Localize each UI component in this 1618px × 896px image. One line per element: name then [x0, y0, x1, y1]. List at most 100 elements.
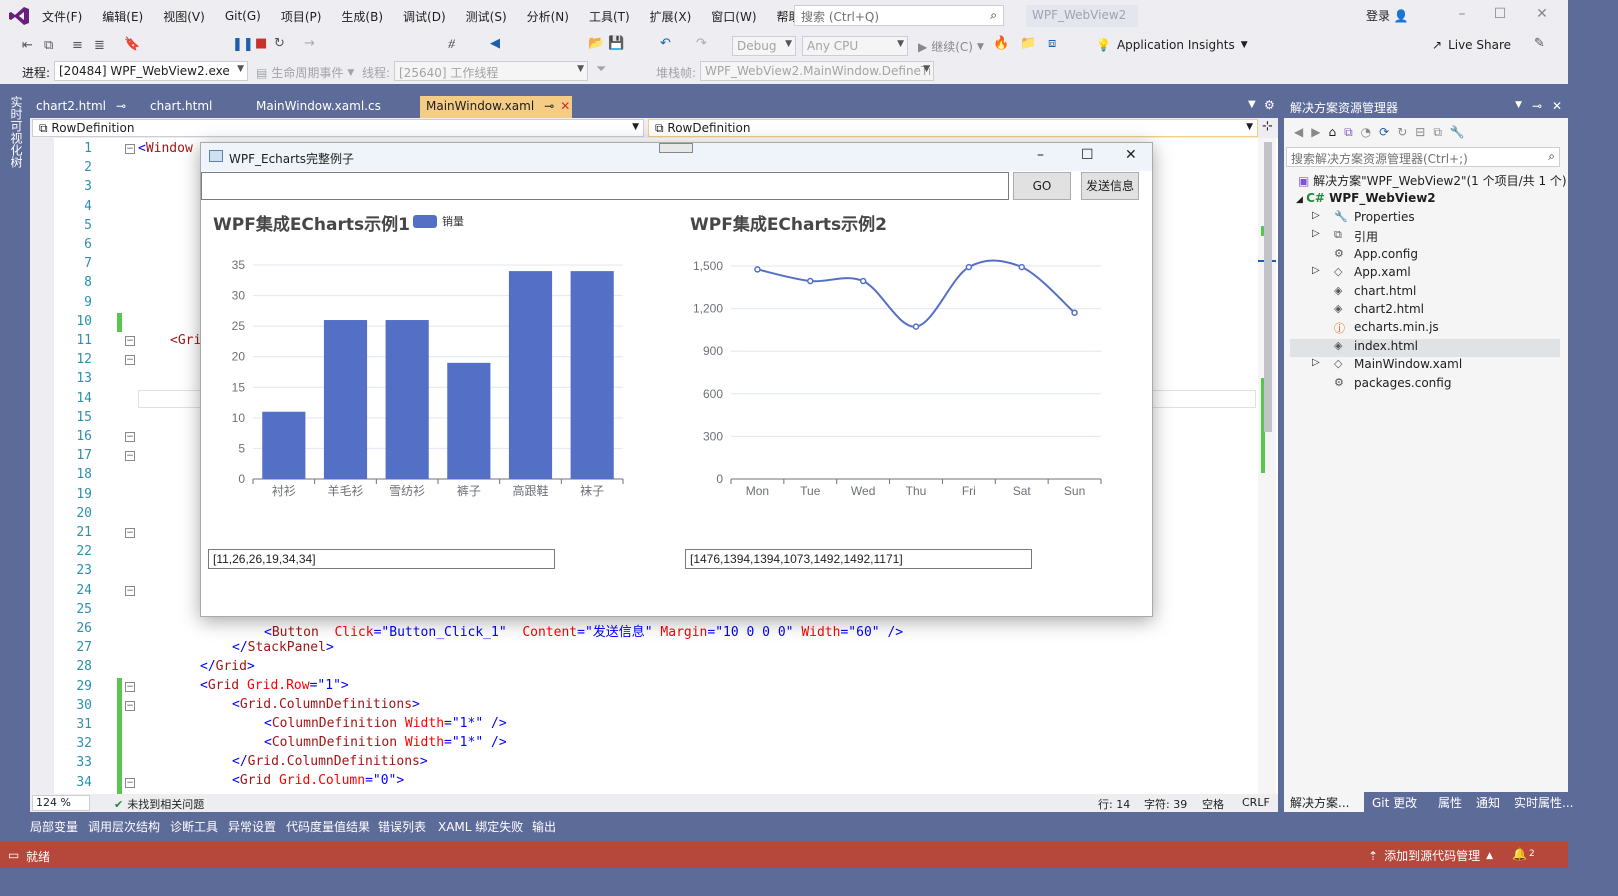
navigate-back-icon[interactable]: ◀: [490, 36, 500, 51]
collapse-icon[interactable]: −: [125, 778, 135, 788]
go-button[interactable]: GO: [1013, 172, 1071, 200]
data-point[interactable]: [807, 277, 814, 285]
pause-icon[interactable]: ❚❚: [232, 37, 254, 52]
data-point[interactable]: [912, 323, 920, 330]
bookmark-icon[interactable]: 🔖: [124, 37, 140, 52]
add-source-control-button[interactable]: ⇡ 添加到源代码管理 ▲: [1368, 847, 1493, 864]
bar[interactable]: [323, 320, 368, 479]
chart1-legend[interactable]: 销量: [413, 213, 464, 229]
lifecycle-events-button[interactable]: ▤ 生命周期事件 ▼: [256, 64, 354, 81]
search-input[interactable]: 搜索 (Ctrl+Q) ⌕: [794, 5, 1004, 26]
close-tab-icon[interactable]: ✕: [560, 99, 570, 113]
menu-item[interactable]: 调试(D): [403, 8, 446, 25]
data-point[interactable]: [1071, 309, 1078, 316]
send-message-button[interactable]: 发送信息: [1081, 172, 1139, 200]
sync-icon[interactable]: ⟳: [1379, 125, 1389, 139]
expand-icon[interactable]: ▷: [1312, 210, 1320, 221]
collapse-all-icon[interactable]: ⊟: [1415, 125, 1425, 139]
member-navigation-dropdown[interactable]: ⧉ RowDefinition ▼: [648, 119, 1258, 137]
hot-reload-icon[interactable]: ⧣: [448, 36, 455, 51]
pin-icon[interactable]: ⊸: [544, 99, 554, 113]
solution-item[interactable]: ▷ ◇ App.xaml: [1290, 265, 1560, 283]
tool-tab[interactable]: 错误列表: [378, 818, 426, 835]
tool-tab[interactable]: 输出: [532, 818, 556, 835]
solution-item[interactable]: ⚙ packages.config: [1290, 376, 1560, 394]
solution-item[interactable]: ▷ ⧉ 引用: [1290, 228, 1560, 246]
solution-panel-tab[interactable]: Git 更改: [1366, 792, 1430, 812]
save-icon[interactable]: 💾: [608, 36, 624, 51]
tab-chart2-html[interactable]: chart2.html ⊸: [30, 96, 142, 118]
gear-icon[interactable]: ⚙: [1264, 98, 1275, 112]
menu-item[interactable]: 文件(F): [42, 8, 82, 25]
home-icon[interactable]: ⌂: [1328, 125, 1336, 139]
collapse-icon[interactable]: −: [125, 336, 135, 346]
filter-icon[interactable]: ⏷: [596, 62, 606, 77]
close-button[interactable]: ✕: [1532, 6, 1552, 26]
back-icon[interactable]: ◀: [1294, 125, 1303, 139]
stop-icon[interactable]: ■: [255, 36, 267, 51]
menu-item[interactable]: 生成(B): [341, 8, 383, 25]
solution-panel-tab[interactable]: 通知: [1470, 792, 1506, 812]
continue-button[interactable]: ▶ 继续(C) ▼: [918, 38, 984, 55]
zoom-dropdown[interactable]: 124 %: [32, 795, 90, 811]
toolbar-icon[interactable]: ≣: [94, 38, 105, 53]
toolbar-icon[interactable]: ⧉: [44, 38, 53, 53]
menu-item[interactable]: 扩展(X): [650, 8, 692, 25]
notifications-button[interactable]: 🔔 2: [1512, 847, 1535, 861]
tool-tab[interactable]: XAML 绑定失败: [438, 818, 523, 835]
platform-dropdown[interactable]: Any CPU ▼: [802, 36, 908, 56]
collapse-icon[interactable]: −: [125, 144, 135, 154]
line-ending-indicator[interactable]: CRLF: [1242, 796, 1270, 809]
show-all-files-icon[interactable]: ⧉: [1433, 125, 1442, 140]
solution-item[interactable]: ⚙ App.config: [1290, 247, 1560, 265]
expand-icon[interactable]: ▷: [1312, 228, 1320, 239]
thread-dropdown[interactable]: [25640] 工作线程 ▼: [394, 61, 588, 81]
collapse-icon[interactable]: −: [125, 701, 135, 711]
solution-item[interactable]: ⓙ echarts.min.js: [1290, 320, 1560, 338]
menu-item[interactable]: 窗口(W): [711, 8, 756, 25]
toolbar-icon[interactable]: ≡: [72, 38, 83, 53]
menu-item[interactable]: 测试(S): [466, 8, 507, 25]
configuration-dropdown[interactable]: Debug ▼: [732, 36, 796, 56]
undo-icon[interactable]: ↶: [660, 36, 671, 51]
tool-tab[interactable]: 代码度量值结果: [286, 818, 370, 835]
bar[interactable]: [385, 320, 429, 479]
tool-tab[interactable]: 异常设置: [228, 818, 276, 835]
live-visual-tree-strip[interactable]: 实时可视化树: [0, 92, 30, 812]
pin-icon[interactable]: ⊸: [1532, 99, 1542, 113]
collapse-icon[interactable]: −: [125, 586, 135, 596]
solution-item[interactable]: ▷ 🔧 Properties: [1290, 210, 1560, 228]
collapse-icon[interactable]: −: [125, 528, 135, 538]
expand-icon[interactable]: ▷: [1312, 357, 1320, 368]
data-point[interactable]: [859, 277, 867, 285]
folder-icon[interactable]: 📁: [1020, 36, 1036, 51]
tab-mainwindow-xaml[interactable]: MainWindow.xaml ⊸ ✕: [420, 96, 572, 118]
data-point[interactable]: [1018, 263, 1025, 271]
switch-views-icon[interactable]: ⧉: [1344, 125, 1353, 140]
menu-item[interactable]: 项目(P): [281, 8, 322, 25]
tab-chart-html[interactable]: chart.html: [144, 96, 248, 118]
solution-item[interactable]: ◈ chart2.html: [1290, 302, 1560, 320]
indent-indicator[interactable]: 空格: [1202, 796, 1224, 812]
hot-reload-flame-icon[interactable]: 🔥: [993, 36, 1009, 51]
process-dropdown[interactable]: [20484] WPF_WebView2.exe ▼: [54, 61, 248, 81]
tab-mainwindow-xaml-cs[interactable]: MainWindow.xaml.cs: [250, 96, 420, 118]
collapse-icon[interactable]: −: [125, 432, 135, 442]
solution-item[interactable]: ▷ ◇ MainWindow.xaml: [1290, 357, 1560, 375]
minimize-button[interactable]: –: [1452, 6, 1472, 26]
issues-indicator[interactable]: ✔ 未找到相关问题: [114, 796, 204, 812]
solution-root[interactable]: ▣ 解决方案"WPF_WebView2"(1 个项目/共 1 个): [1298, 172, 1567, 190]
tool-tab[interactable]: 诊断工具: [170, 818, 218, 835]
maximize-button[interactable]: ☐: [1081, 147, 1094, 163]
collapse-icon[interactable]: −: [125, 355, 135, 365]
expand-icon[interactable]: ▷: [1312, 265, 1320, 276]
camera-icon[interactable]: ⧈: [1048, 36, 1056, 51]
collapse-icon[interactable]: −: [125, 682, 135, 692]
menu-item[interactable]: Git(G): [225, 9, 261, 23]
pin-icon[interactable]: ⊸: [116, 99, 126, 113]
restart-icon[interactable]: ↻: [274, 36, 285, 51]
toolbar-icon[interactable]: ⇤: [22, 38, 33, 53]
menu-item[interactable]: 工具(T): [589, 8, 630, 25]
bar[interactable]: [508, 271, 553, 479]
solution-panel-tab[interactable]: 解决方案...: [1284, 792, 1364, 812]
